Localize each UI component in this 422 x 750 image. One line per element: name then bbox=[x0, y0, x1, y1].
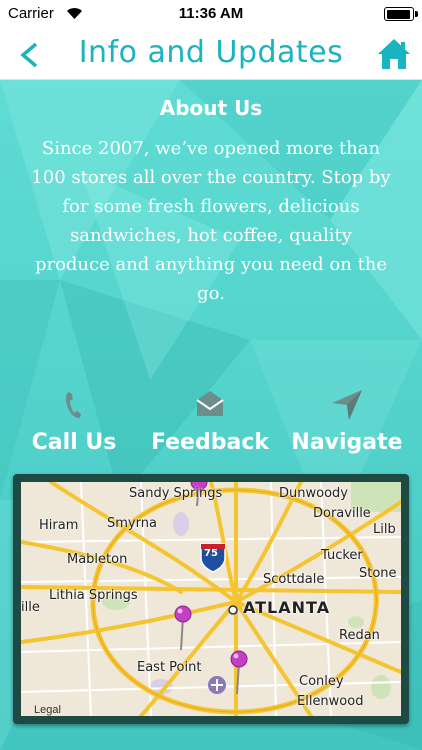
battery-icon bbox=[384, 7, 418, 21]
map-label-ille: ille bbox=[21, 600, 40, 615]
store-map[interactable]: Sandy Springs Dunwoody Doraville Hiram S… bbox=[21, 482, 401, 716]
map-label-conley: Conley bbox=[299, 674, 344, 689]
navigate-label: Navigate bbox=[291, 430, 403, 455]
phone-icon bbox=[65, 392, 81, 419]
about-us-heading: About Us bbox=[159, 96, 263, 120]
map-label-sandy-springs: Sandy Springs bbox=[129, 486, 223, 501]
page-title: Info and Updates bbox=[78, 35, 344, 70]
map-label-mableton: Mableton bbox=[67, 552, 128, 567]
map-label-lilb: Lilb bbox=[373, 522, 396, 537]
call-us-button[interactable]: Call Us bbox=[4, 388, 144, 455]
feedback-label: Feedback bbox=[151, 430, 269, 455]
navigation-arrow-icon bbox=[332, 390, 362, 420]
map-label-east-point: East Point bbox=[137, 660, 202, 675]
about-us-description: Since 2007, we’ve opened more than 100 s… bbox=[31, 138, 391, 304]
home-icon[interactable] bbox=[376, 37, 412, 71]
envelope-icon bbox=[196, 391, 224, 416]
map-frame: Sandy Springs Dunwoody Doraville Hiram S… bbox=[13, 474, 409, 724]
navigate-button[interactable]: Navigate bbox=[277, 388, 417, 455]
map-label-ellenwood: Ellenwood bbox=[297, 694, 364, 709]
map-label-stone: Stone bbox=[359, 566, 397, 581]
map-label-atlanta: ATLANTA bbox=[243, 598, 331, 617]
map-pin-icon bbox=[174, 605, 192, 651]
map-label-tucker: Tucker bbox=[321, 548, 363, 563]
map-label-redan: Redan bbox=[339, 628, 380, 643]
map-label-scottdale: Scottdale bbox=[263, 572, 325, 587]
map-label-smyrna: Smyrna bbox=[107, 516, 157, 531]
map-legal-link[interactable]: Legal bbox=[34, 704, 61, 716]
map-label-dunwoody: Dunwoody bbox=[279, 486, 348, 501]
status-time: 11:36 AM bbox=[178, 5, 244, 22]
map-label-doraville: Doraville bbox=[313, 506, 371, 521]
interstate-number: 75 bbox=[204, 548, 218, 559]
map-pin-icon bbox=[230, 650, 248, 695]
call-us-label: Call Us bbox=[31, 430, 117, 455]
status-bar: Carrier 11:36 AM bbox=[0, 0, 422, 28]
map-label-lithia-springs: Lithia Springs bbox=[49, 588, 138, 603]
feedback-button[interactable]: Feedback bbox=[140, 388, 280, 455]
navigation-bar: Info and Updates bbox=[0, 28, 422, 80]
map-label-hiram: Hiram bbox=[39, 518, 79, 533]
back-chevron-icon[interactable] bbox=[18, 40, 42, 70]
